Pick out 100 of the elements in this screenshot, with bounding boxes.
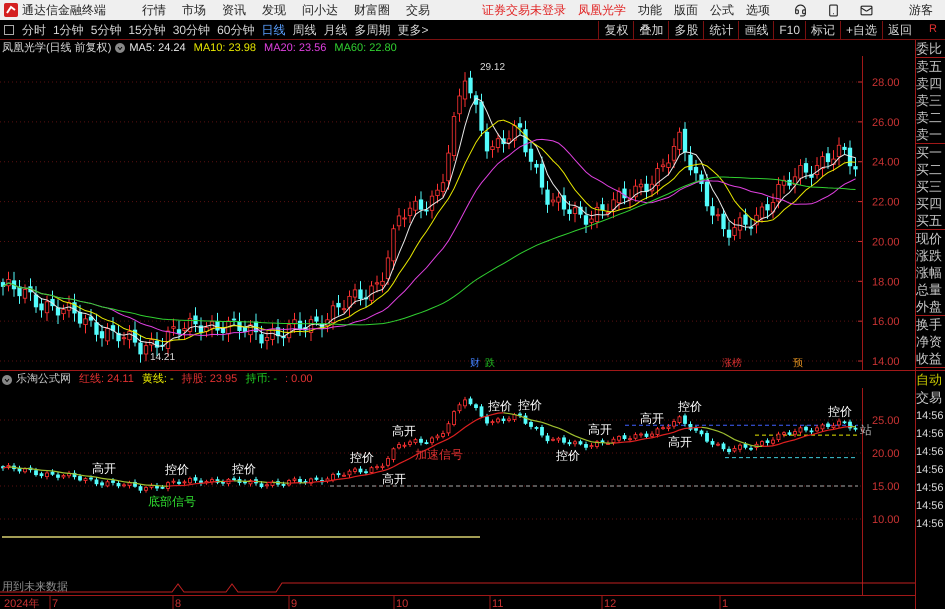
signal-label: 控价 bbox=[488, 398, 512, 413]
quote-field-label: 换手 bbox=[916, 316, 943, 333]
menu-item[interactable]: 资讯 bbox=[222, 1, 246, 19]
date-label: 12 bbox=[604, 598, 616, 609]
indicator-value: 持股: 23.95 bbox=[182, 372, 238, 388]
indicator-value: : 0.00 bbox=[285, 372, 313, 388]
period-tab[interactable]: 多周期 bbox=[354, 20, 390, 38]
indicator-value: 红线: 24.11 bbox=[79, 372, 134, 388]
period-tab[interactable]: 分时 bbox=[22, 20, 46, 38]
quote-field-label: 卖四 bbox=[916, 75, 943, 92]
signal-label: 控价 bbox=[678, 399, 702, 414]
date-label: 2024年 bbox=[4, 598, 40, 609]
toolbar-button[interactable]: 返回 bbox=[882, 20, 918, 38]
price-axis-label: 25.00 bbox=[872, 415, 900, 427]
event-marker[interactable]: 预 bbox=[793, 358, 803, 369]
price-axis-label: 15.00 bbox=[872, 481, 900, 493]
menu-item[interactable]: 问小达 bbox=[302, 1, 338, 19]
quote-field-label: 涨跌 bbox=[916, 247, 943, 264]
period-tab[interactable]: 日线 bbox=[261, 20, 286, 38]
toolbar-button[interactable]: 多股 bbox=[668, 20, 704, 38]
period-tab[interactable]: 5分钟 bbox=[90, 20, 122, 38]
high-price-label: 29.12 bbox=[480, 62, 506, 73]
event-marker[interactable]: 财 bbox=[470, 358, 480, 369]
quote-field-label: 买三 bbox=[916, 178, 943, 195]
price-axis-label: 20.00 bbox=[872, 448, 900, 460]
price-axis-label: 26.00 bbox=[872, 116, 900, 129]
ma-value: MA60: 22.80 bbox=[334, 40, 397, 56]
signal-label: 底部信号 bbox=[148, 494, 196, 509]
toolbar-button[interactable]: 叠加 bbox=[633, 20, 668, 38]
quote-field-label: 委比 bbox=[916, 40, 943, 57]
quote-field-label: 卖一 bbox=[916, 126, 943, 143]
trade-button[interactable]: 自动 bbox=[916, 371, 945, 389]
corner-mark: R bbox=[929, 22, 937, 36]
indicator-value: 持币: - bbox=[245, 372, 278, 388]
period-tab[interactable]: 周线 bbox=[292, 20, 316, 38]
ma-value: MA20: 23.56 bbox=[264, 40, 326, 56]
ma-value: MA5: 24.24 bbox=[129, 40, 186, 56]
signal-label: 控价 bbox=[165, 462, 189, 477]
date-label: 8 bbox=[175, 598, 182, 609]
indicator-value: 黄线: - bbox=[142, 372, 174, 388]
signal-label: 高开 bbox=[640, 412, 664, 426]
period-tab[interactable]: 15分钟 bbox=[128, 20, 166, 38]
quote-field-label: 买五 bbox=[916, 212, 943, 229]
signal-label: 高开 bbox=[392, 424, 416, 438]
period-tab[interactable]: 1分钟 bbox=[53, 20, 84, 38]
signal-label: 高开 bbox=[382, 472, 406, 486]
menu-item[interactable]: 选项 bbox=[746, 1, 770, 19]
ma-value: MA10: 23.98 bbox=[194, 40, 256, 56]
price-axis-label: 24.00 bbox=[872, 156, 900, 169]
trade-button[interactable]: 交易 bbox=[916, 389, 945, 407]
user-label[interactable]: 游客 bbox=[909, 1, 933, 19]
toolbar-button[interactable]: F10 bbox=[773, 20, 806, 38]
period-tab[interactable]: 60分钟 bbox=[217, 20, 254, 38]
event-marker[interactable]: 跌 bbox=[485, 358, 495, 369]
time-label: 14:56 bbox=[916, 427, 945, 442]
quote-field-label: 总量 bbox=[916, 281, 943, 298]
toolbar-button[interactable]: 统计 bbox=[703, 20, 738, 38]
price-axis-label: 22.00 bbox=[872, 196, 900, 209]
time-label: 14:56 bbox=[916, 517, 945, 532]
time-label: 14:56 bbox=[916, 445, 945, 460]
menu-item[interactable]: 公式 bbox=[710, 1, 734, 19]
period-tab[interactable]: 月线 bbox=[323, 20, 348, 38]
price-axis-label: 28.00 bbox=[872, 77, 900, 89]
quote-field-label: 现价 bbox=[916, 230, 943, 247]
date-label: 9 bbox=[291, 598, 298, 609]
app-title: 通达信金融终端 bbox=[22, 2, 106, 19]
signal-label: 高开 bbox=[92, 461, 116, 476]
signal-label: 控价 bbox=[350, 450, 374, 464]
signal-label: 控价 bbox=[556, 448, 580, 463]
toolbar-button[interactable]: +自选 bbox=[840, 20, 882, 38]
menu-item[interactable]: 市场 bbox=[182, 1, 206, 19]
price-axis-label: 20.00 bbox=[872, 236, 900, 248]
event-marker[interactable]: 涨榜 bbox=[722, 358, 742, 369]
quote-field-label: 净资 bbox=[916, 333, 943, 350]
signal-label: 控价 bbox=[518, 398, 542, 412]
menu-item[interactable]: 交易 bbox=[406, 1, 430, 19]
quote-field-label: 卖五 bbox=[916, 58, 943, 75]
period-tab[interactable]: 30分钟 bbox=[172, 20, 210, 38]
toolbar-button[interactable]: 画线 bbox=[738, 20, 774, 38]
menu-item[interactable]: 财富圈 bbox=[354, 1, 390, 19]
menu-item[interactable]: 行情 bbox=[142, 1, 166, 19]
quote-field-label: 涨幅 bbox=[916, 264, 943, 281]
menu-item[interactable]: 版面 bbox=[674, 1, 698, 19]
signal-label: 控价 bbox=[232, 462, 256, 476]
price-axis-label: 16.00 bbox=[872, 316, 900, 328]
period-tab[interactable]: 更多> bbox=[397, 20, 428, 38]
date-label: 1 bbox=[722, 598, 728, 609]
toolbar-button[interactable]: 复权 bbox=[598, 20, 634, 38]
menu-item[interactable]: 发现 bbox=[262, 1, 286, 19]
notice-link[interactable]: 证券交易未登录 bbox=[482, 1, 566, 19]
warning-note: 用到未来数据 bbox=[2, 581, 68, 593]
toolbar-button[interactable]: 标记 bbox=[805, 20, 840, 38]
price-axis-label: 14.00 bbox=[872, 356, 900, 368]
low-price-label: 14.21 bbox=[150, 352, 176, 363]
time-label: 14:56 bbox=[916, 481, 945, 496]
notice-link[interactable]: 凤凰光学 bbox=[578, 1, 626, 19]
quote-field-label: 收益 bbox=[916, 350, 943, 367]
signal-label: 高开 bbox=[668, 434, 692, 449]
menu-item[interactable]: 功能 bbox=[638, 1, 662, 19]
quote-field-label: 买二 bbox=[916, 161, 943, 178]
